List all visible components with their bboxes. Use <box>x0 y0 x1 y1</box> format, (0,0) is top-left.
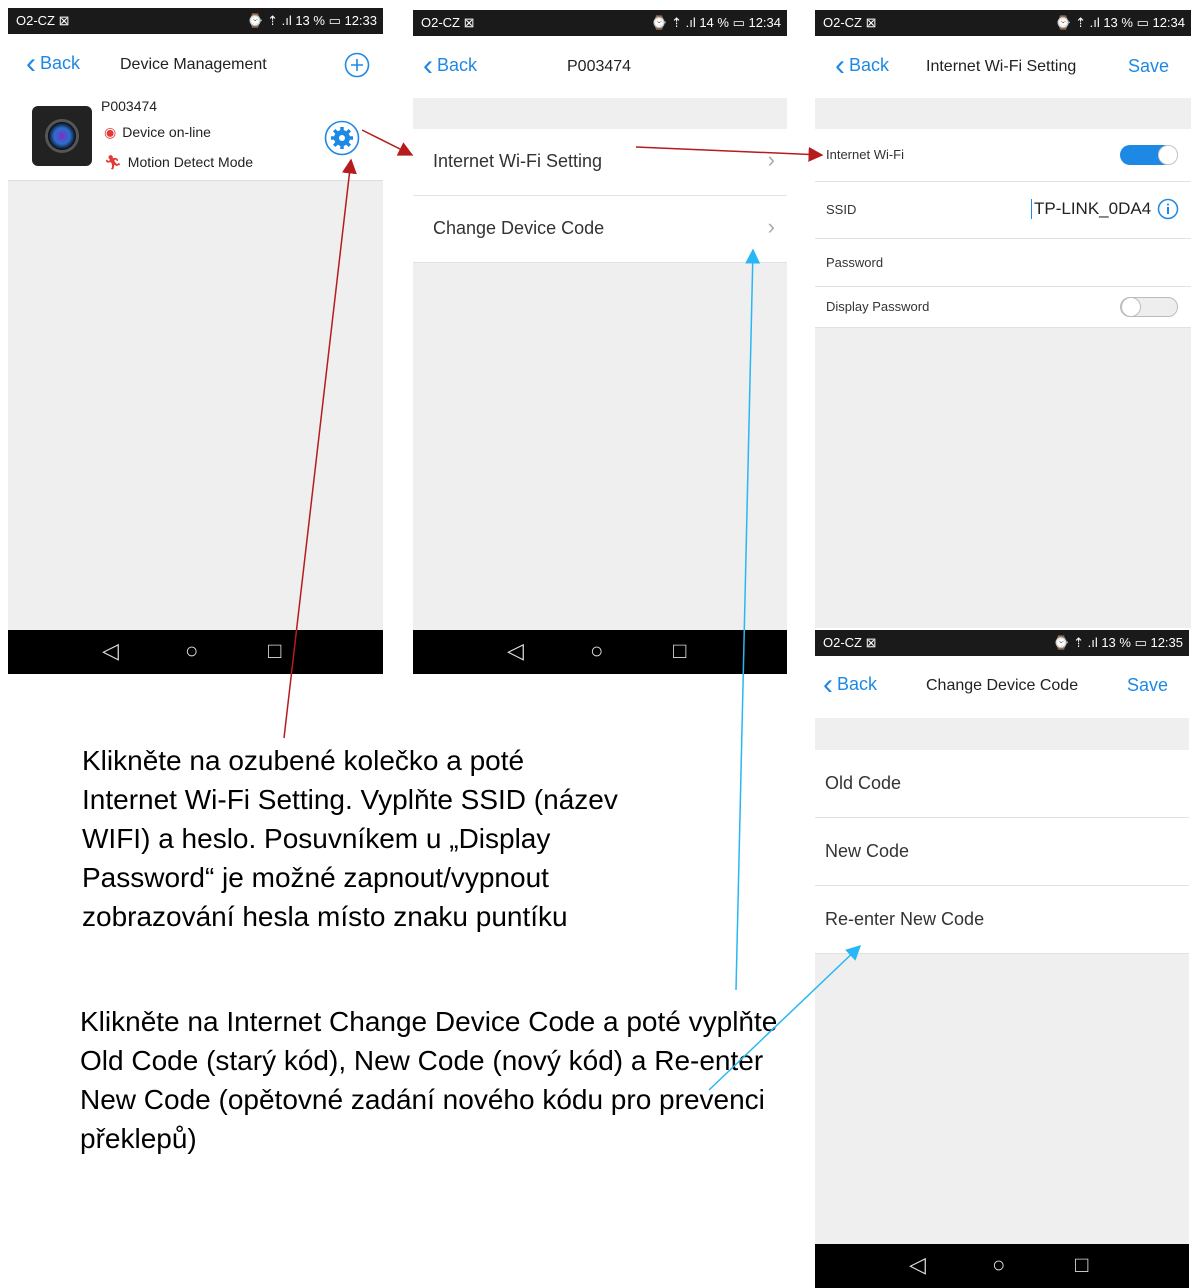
carrier-text: O2-CZ ⊠ <box>823 15 877 30</box>
field-label: Old Code <box>825 773 902 793</box>
device-status: ◉ Device on-line <box>104 124 211 141</box>
device-list-item[interactable]: P003474 ◉ Device on-line 🏃︎ Motion Detect … <box>8 98 383 181</box>
nav-home-icon[interactable]: ○ <box>992 1252 1005 1278</box>
nav-home-icon[interactable]: ○ <box>590 638 603 664</box>
nav-back-icon[interactable]: ◁ <box>909 1252 926 1278</box>
screen-device-settings: O2-CZ ⊠ ⌚ ⇡ .ıl 14 % ▭ 12:34 ‹ Back P0034… <box>413 10 787 674</box>
gear-icon[interactable] <box>324 120 360 156</box>
caption-code-instructions: Klikněte na Internet Change Device Code … <box>80 1006 778 1154</box>
save-button[interactable]: Save <box>1127 675 1168 696</box>
chevron-right-icon: › <box>767 214 775 239</box>
old-code-field[interactable]: Old Code <box>815 750 1189 818</box>
status-bar: O2-CZ ⊠ ⌚ ⇡ .ıl 13 % ▭ 12:34 <box>815 10 1191 36</box>
nav-back-icon[interactable]: ◁ <box>102 638 119 664</box>
wifi-label: Internet Wi-Fi <box>826 147 905 162</box>
nav-back-icon[interactable]: ◁ <box>507 638 524 664</box>
save-button[interactable]: Save <box>1128 56 1169 77</box>
chevron-right-icon: › <box>767 147 775 172</box>
add-icon[interactable] <box>344 52 370 78</box>
reenter-new-code-field[interactable]: Re-enter New Code <box>815 886 1189 954</box>
back-button[interactable]: ‹ Back <box>423 49 478 82</box>
status-bar: O2-CZ ⊠ ⌚ ⇡ .ıl 14 % ▭ 12:34 <box>413 10 787 36</box>
chevron-left-icon: ‹ <box>835 49 845 82</box>
page-title: Change Device Code <box>926 677 1079 694</box>
wifi-toggle-row: Internet Wi-Fi <box>815 129 1191 182</box>
running-person-icon: 🏃︎ <box>104 154 122 170</box>
field-label: Re-enter New Code <box>825 909 985 929</box>
header: ‹ Back Device Management <box>8 34 383 98</box>
header: ‹ Back P003474 <box>413 36 787 98</box>
header: ‹ Back Internet Wi-Fi Setting Save <box>815 36 1191 98</box>
back-label: Back <box>437 54 478 75</box>
status-icons: ⌚ ⇡ .ıl 13 % ▭ 12:35 <box>1053 635 1183 650</box>
password-row[interactable]: Password <box>815 239 1191 287</box>
field-label: New Code <box>825 841 910 861</box>
camera-thumbnail <box>32 106 92 166</box>
status-icons: ⌚ ⇡ .ıl 13 % ▭ 12:34 <box>1055 15 1185 30</box>
device-name: P003474 <box>101 98 158 114</box>
ssid-input[interactable]: TP-LINK_0DA4 <box>1031 199 1151 219</box>
device-status-text: Device on-line <box>122 124 211 140</box>
new-code-field[interactable]: New Code <box>815 818 1189 886</box>
display-password-toggle-knob <box>1121 297 1141 317</box>
nav-recents-icon[interactable]: □ <box>1075 1252 1088 1278</box>
status-icons: ⌚ ⇡ .ıl 13 % ▭ 12:33 <box>247 13 377 28</box>
android-nav-bar: ◁ ○ □ <box>815 1244 1189 1288</box>
screen-wifi-setting: O2-CZ ⊠ ⌚ ⇡ .ıl 13 % ▭ 12:34 ‹ Back Inter… <box>815 10 1191 628</box>
chevron-left-icon: ‹ <box>823 668 833 701</box>
header: ‹ Back Change Device Code Save <box>815 656 1189 718</box>
device-mode: 🏃︎ Motion Detect Mode <box>104 154 253 171</box>
page-title: Device Management <box>120 56 267 73</box>
menu-item-label: Internet Wi-Fi Setting <box>433 151 603 171</box>
back-label: Back <box>849 54 890 75</box>
back-button[interactable]: ‹ Back <box>823 668 878 701</box>
menu-item-wifi-setting[interactable]: Internet Wi-Fi Setting › <box>413 129 787 196</box>
screen-change-device-code: O2-CZ ⊠ ⌚ ⇡ .ıl 13 % ▭ 12:35 ‹ Back Chang… <box>815 630 1189 1288</box>
device-mode-text: Motion Detect Mode <box>127 154 254 170</box>
status-icons: ⌚ ⇡ .ıl 14 % ▭ 12:34 <box>651 15 781 30</box>
android-nav-bar: ◁ ○ □ <box>8 630 383 674</box>
info-icon[interactable] <box>1157 198 1179 220</box>
menu-item-label: Change Device Code <box>433 218 605 238</box>
back-button[interactable]: ‹ Back <box>26 47 81 80</box>
nav-recents-icon[interactable]: □ <box>268 638 281 664</box>
carrier-text: O2-CZ ⊠ <box>421 15 475 30</box>
chevron-left-icon: ‹ <box>423 49 433 82</box>
caption-wifi-instructions: Klikněte na ozubené kolečko a poté Inter… <box>82 745 618 932</box>
wifi-toggle-knob <box>1158 145 1178 165</box>
chevron-left-icon: ‹ <box>26 47 36 80</box>
wifi-toggle[interactable] <box>1120 145 1178 165</box>
camera-lens-icon <box>45 119 79 153</box>
display-password-toggle[interactable] <box>1120 297 1178 317</box>
carrier-text: O2-CZ ⊠ <box>16 13 70 28</box>
screen-device-management: O2-CZ ⊠ ⌚ ⇡ .ıl 13 % ▭ 12:33 ‹ Back Devic… <box>8 8 383 674</box>
android-nav-bar: ◁ ○ □ <box>413 630 787 674</box>
page-title: P003474 <box>567 58 632 75</box>
online-icon: ◉ <box>104 124 117 140</box>
status-bar: O2-CZ ⊠ ⌚ ⇡ .ıl 13 % ▭ 12:33 <box>8 8 383 34</box>
page-title: Internet Wi-Fi Setting <box>926 58 1077 75</box>
ssid-label: SSID <box>826 202 857 217</box>
back-label: Back <box>837 673 878 694</box>
nav-home-icon[interactable]: ○ <box>185 638 198 664</box>
carrier-text: O2-CZ ⊠ <box>823 635 877 650</box>
nav-recents-icon[interactable]: □ <box>673 638 686 664</box>
display-password-row: Display Password <box>815 287 1191 328</box>
display-password-label: Display Password <box>826 299 930 314</box>
ssid-row: SSID TP-LINK_0DA4 <box>815 182 1191 239</box>
menu-item-change-code[interactable]: Change Device Code › <box>413 196 787 263</box>
back-button[interactable]: ‹ Back <box>835 49 890 82</box>
status-bar: O2-CZ ⊠ ⌚ ⇡ .ıl 13 % ▭ 12:35 <box>815 630 1189 656</box>
back-label: Back <box>40 52 81 73</box>
password-label: Password <box>826 255 884 270</box>
